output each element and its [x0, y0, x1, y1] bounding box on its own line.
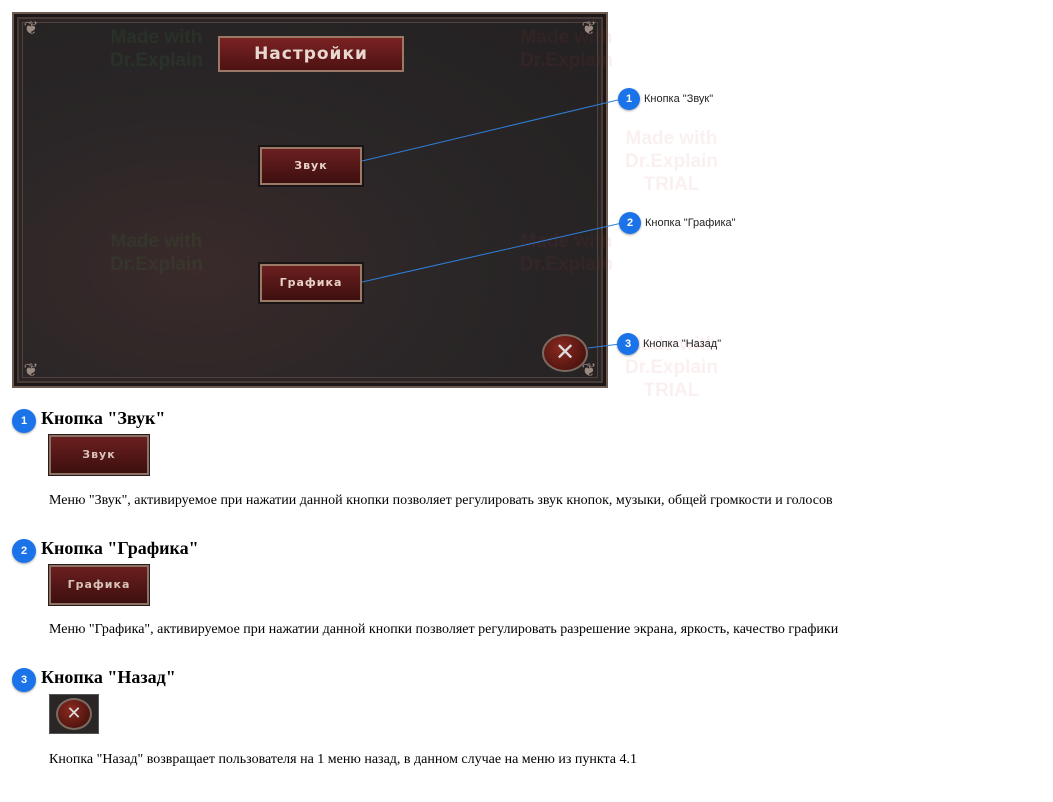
callout-badge-3: 3	[617, 333, 639, 355]
watermark: Made with Dr.Explain	[520, 27, 613, 71]
close-icon: ✕	[56, 698, 92, 730]
watermark: Made with Dr.Explain TRIAL	[625, 128, 718, 195]
section-back: 3 Кнопка "Назад" ✕ Кнопка "Назад" возвра…	[12, 667, 1042, 778]
ornament-corner-icon: ❦	[23, 360, 39, 381]
ornament-corner-icon: ❦	[23, 18, 39, 39]
section-heading: Кнопка "Графика"	[41, 538, 199, 558]
watermark: Made with Dr.Explain	[110, 231, 203, 275]
section-description: Кнопка "Назад" возвращает пользователя н…	[49, 752, 637, 767]
section-number-badge: 1	[12, 409, 36, 433]
section-sound: 1 Кнопка "Звук" Звук Меню "Звук", активи…	[12, 408, 1042, 519]
graphics-button-thumbnail: Графика	[49, 565, 149, 605]
section-heading: Кнопка "Назад"	[41, 667, 176, 687]
callout-label-1: Кнопка "Звук"	[644, 93, 714, 105]
section-description: Меню "Звук", активируемое при нажатии да…	[49, 493, 833, 508]
settings-title: Настройки	[218, 36, 404, 72]
game-panel-background	[22, 22, 598, 378]
callout-badge-1: 1	[618, 88, 640, 110]
graphics-button[interactable]: Графика	[260, 264, 362, 302]
section-number-badge: 3	[12, 668, 36, 692]
callout-label-3: Кнопка "Назад"	[643, 338, 722, 350]
section-heading: Кнопка "Звук"	[41, 408, 166, 428]
back-button[interactable]: ✕	[542, 334, 588, 372]
game-settings-screenshot: ❦ ❦ ❦ ❦ Настройки Звук Графика ✕	[12, 12, 608, 388]
watermark: Made with Dr.Explain	[520, 231, 613, 275]
section-graphics: 2 Кнопка "Графика" Графика Меню "Графика…	[12, 538, 1042, 649]
sound-button-thumbnail: Звук	[49, 435, 149, 475]
callout-label-2: Кнопка "Графика"	[645, 217, 736, 229]
back-button-thumbnail: ✕	[49, 694, 99, 734]
sound-button[interactable]: Звук	[260, 147, 362, 185]
section-description: Меню "Графика", активируемое при нажатии…	[49, 622, 839, 637]
callout-badge-2: 2	[619, 212, 641, 234]
section-number-badge: 2	[12, 539, 36, 563]
watermark: Made with Dr.Explain	[110, 27, 203, 71]
